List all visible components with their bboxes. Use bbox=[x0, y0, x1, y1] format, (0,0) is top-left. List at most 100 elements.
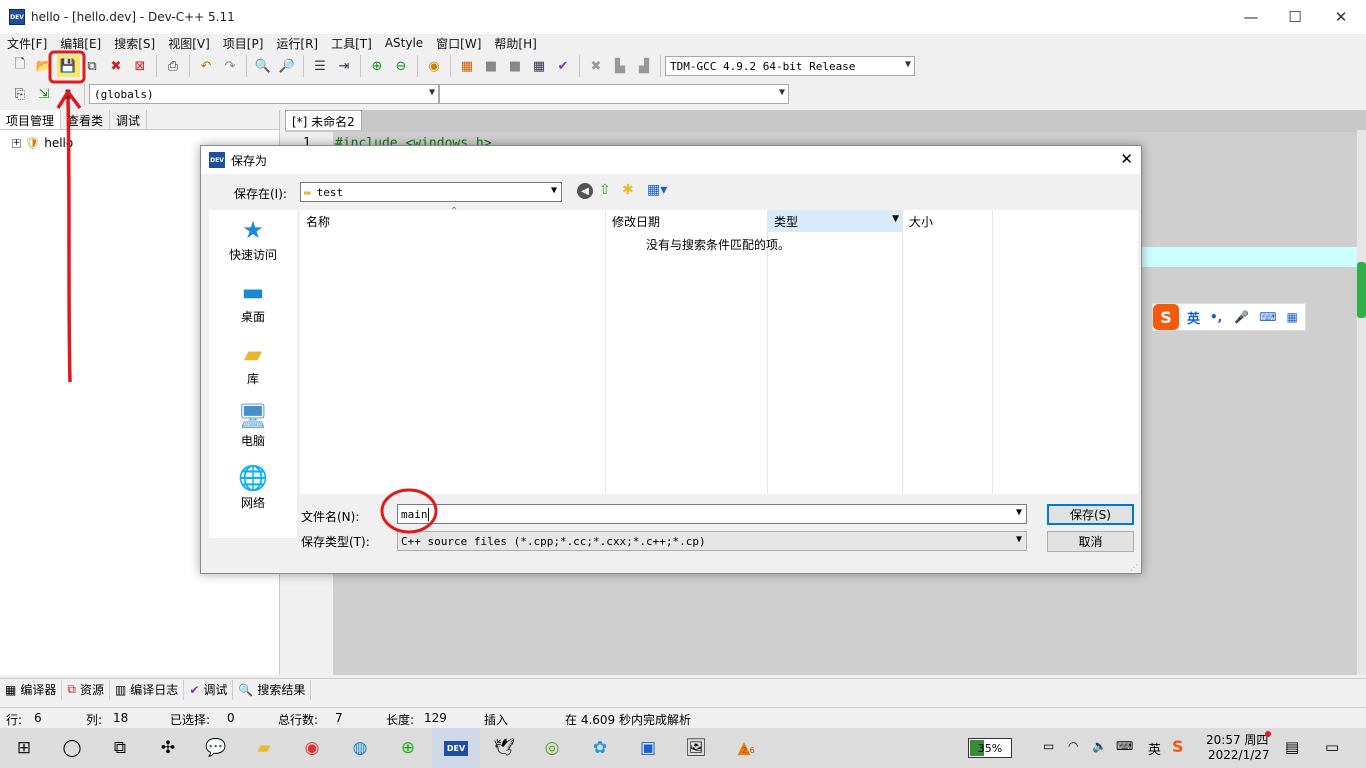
wechat-icon[interactable]: 💬 bbox=[192, 728, 240, 768]
rebuild-icon[interactable]: ▦ bbox=[528, 55, 551, 77]
syntax-check-icon[interactable]: ✔ bbox=[552, 55, 575, 77]
up-folder-icon[interactable]: ⇧ bbox=[599, 182, 611, 198]
action-center-icon[interactable]: ▭ bbox=[1325, 738, 1339, 756]
menu-run[interactable]: 运行[R] bbox=[276, 35, 318, 52]
menu-edit[interactable]: 编辑[E] bbox=[60, 35, 101, 52]
ime-lang[interactable]: 英 bbox=[1187, 308, 1200, 327]
wifi-icon[interactable]: ◠ bbox=[1068, 739, 1078, 753]
clock-date[interactable]: 2022/1/27 bbox=[1208, 748, 1270, 762]
header-name[interactable]: 名称 ⌃ bbox=[300, 206, 606, 232]
tab-classes[interactable]: 查看类 bbox=[61, 110, 111, 129]
flower-app-icon[interactable]: ✿ bbox=[576, 728, 624, 768]
clock-time[interactable]: 20:57 周四 bbox=[1206, 731, 1268, 748]
find-icon[interactable]: 🔍 bbox=[252, 55, 275, 77]
file-explorer-icon[interactable]: ▰ bbox=[240, 728, 288, 768]
symbol-select[interactable]: ▼ bbox=[439, 84, 789, 104]
settings-app-icon[interactable]: 🖼 bbox=[672, 728, 720, 768]
tab-resources[interactable]: ⧉ 资源 bbox=[62, 679, 110, 700]
minimize-button[interactable]: — bbox=[1228, 0, 1274, 34]
fire-app-icon[interactable]: ▲ 2.6 bbox=[720, 728, 768, 768]
volume-icon[interactable]: 🔈 bbox=[1092, 739, 1107, 753]
stop-icon[interactable]: ✖ bbox=[585, 55, 608, 77]
project-options-icon[interactable]: ◉ bbox=[423, 55, 446, 77]
start-icon[interactable]: ⊞ bbox=[0, 728, 48, 768]
header-date[interactable]: 修改日期 bbox=[606, 210, 768, 232]
redo-icon[interactable]: ↷ bbox=[219, 55, 242, 77]
menu-file[interactable]: 文件[F] bbox=[7, 35, 47, 52]
file-list[interactable]: 名称 ⌃ 修改日期 类型 ▼ 大小 没有与搜索条件匹配的项。 bbox=[300, 206, 1138, 494]
filetype-select[interactable]: C++ source files (*.cpp;*.cc;*.cxx;*.c++… bbox=[397, 531, 1027, 551]
battery-indicator[interactable]: 35% bbox=[968, 738, 1012, 758]
chrome-icon[interactable]: ◉ bbox=[288, 728, 336, 768]
menu-tools[interactable]: 工具[T] bbox=[331, 35, 372, 52]
add-to-project-icon[interactable]: ⊕ bbox=[366, 55, 389, 77]
place-library[interactable]: ▰ 库 bbox=[209, 340, 297, 387]
tab-debug[interactable]: 调试 bbox=[110, 110, 148, 129]
print-icon[interactable]: ⎙ bbox=[162, 55, 185, 77]
debug-icon[interactable]: ▙ bbox=[609, 55, 632, 77]
menu-search[interactable]: 搜索[S] bbox=[114, 35, 155, 52]
save-all-icon[interactable]: ⧉ bbox=[81, 55, 104, 77]
profile-icon[interactable]: ▟ bbox=[633, 55, 656, 77]
cortana-icon[interactable]: ◯ bbox=[48, 728, 96, 768]
toggle-bookmark-icon[interactable]: ⇲ bbox=[33, 83, 56, 105]
new-folder-icon[interactable]: ✱ bbox=[622, 182, 634, 198]
ime-punct[interactable]: •, bbox=[1210, 310, 1222, 324]
replace-icon[interactable]: 🔎 bbox=[276, 55, 299, 77]
goto-bookmark-icon[interactable]: ▮ bbox=[57, 83, 80, 105]
cancel-button[interactable]: 取消 bbox=[1047, 531, 1134, 552]
tab-project[interactable]: 项目管理 bbox=[0, 110, 62, 129]
close-file-icon[interactable]: ✖ bbox=[105, 55, 128, 77]
toolbox-icon[interactable]: ▦ bbox=[1287, 310, 1298, 324]
save-icon[interactable]: 💾 bbox=[56, 55, 80, 77]
microphone-icon[interactable]: 🎤 bbox=[1234, 310, 1249, 324]
menu-window[interactable]: 窗口[W] bbox=[436, 35, 481, 52]
goto-line-icon[interactable]: ⇥ bbox=[333, 55, 356, 77]
header-size[interactable]: 大小 bbox=[903, 210, 993, 232]
keyboard-tray-icon[interactable]: ⌨ bbox=[1116, 739, 1133, 753]
place-desktop[interactable]: ▬ 桌面 bbox=[209, 278, 297, 325]
close-button[interactable]: ✕ bbox=[1318, 0, 1364, 34]
save-button[interactable]: 保存(S) bbox=[1047, 504, 1134, 525]
sogou-tray-icon[interactable]: S bbox=[1172, 737, 1184, 756]
devcpp-taskbar-icon[interactable]: DEV bbox=[432, 728, 480, 768]
menu-help[interactable]: 帮助[H] bbox=[494, 35, 536, 52]
tab-compile-log[interactable]: ▥ 编译日志 bbox=[110, 679, 185, 700]
tab-editor-file[interactable]: [*] 未命名2 bbox=[285, 110, 362, 130]
undo-icon[interactable]: ↶ bbox=[195, 55, 218, 77]
scope-select[interactable]: (globals) ▼ bbox=[89, 84, 439, 104]
editor-scrollbar[interactable] bbox=[1357, 130, 1366, 675]
new-file-icon[interactable]: 🗋 bbox=[9, 55, 32, 77]
close-all-icon[interactable]: ⊠ bbox=[129, 55, 152, 77]
place-quick-access[interactable]: ★ 快速访问 bbox=[209, 216, 297, 263]
header-type[interactable]: 类型 ▼ bbox=[768, 210, 903, 232]
compile-run-icon[interactable]: ■ bbox=[504, 55, 527, 77]
tray-ime[interactable]: 英 bbox=[1148, 739, 1161, 758]
indent-icon[interactable]: ☰ bbox=[309, 55, 332, 77]
open-file-icon[interactable]: 📂 bbox=[33, 55, 56, 77]
menu-project[interactable]: 项目[P] bbox=[223, 35, 264, 52]
remove-from-project-icon[interactable]: ⊖ bbox=[390, 55, 413, 77]
window-app-icon[interactable]: ▣ bbox=[624, 728, 672, 768]
run-icon[interactable]: ■ bbox=[480, 55, 503, 77]
plus-app-icon[interactable]: ⊕ bbox=[384, 728, 432, 768]
menu-view[interactable]: 视图[V] bbox=[168, 35, 210, 52]
expand-icon[interactable]: + bbox=[12, 138, 21, 148]
notes-icon[interactable]: ▤ bbox=[1285, 738, 1299, 756]
compiler-select[interactable]: TDM-GCC 4.9.2 64-bit Release ▼ bbox=[665, 56, 915, 76]
task-view-icon[interactable]: ⧉ bbox=[96, 728, 144, 768]
tab-search-results[interactable]: 🔍 搜索结果 bbox=[233, 679, 312, 700]
back-icon[interactable]: ◀ bbox=[577, 183, 593, 199]
green-app-icon[interactable]: ◎ bbox=[528, 728, 576, 768]
save-in-select[interactable]: ▬ test ▼ bbox=[300, 182, 562, 202]
tab-compiler[interactable]: ▦ 编译器 bbox=[0, 679, 63, 700]
tab-debug-bottom[interactable]: ✔ 调试 bbox=[184, 679, 234, 700]
view-menu-icon[interactable]: ▦▾ bbox=[647, 182, 667, 198]
place-computer[interactable]: 🖥 电脑 bbox=[209, 402, 297, 449]
menu-astyle[interactable]: AStyle bbox=[385, 36, 423, 50]
keyboard-icon[interactable]: ⌨ bbox=[1259, 310, 1276, 324]
pinwheel-app-icon[interactable]: ✣ bbox=[144, 728, 192, 768]
filename-input[interactable]: main ▼ bbox=[397, 504, 1027, 524]
compile-icon[interactable]: ▦ bbox=[456, 55, 479, 77]
maximize-button[interactable]: ☐ bbox=[1272, 0, 1318, 34]
